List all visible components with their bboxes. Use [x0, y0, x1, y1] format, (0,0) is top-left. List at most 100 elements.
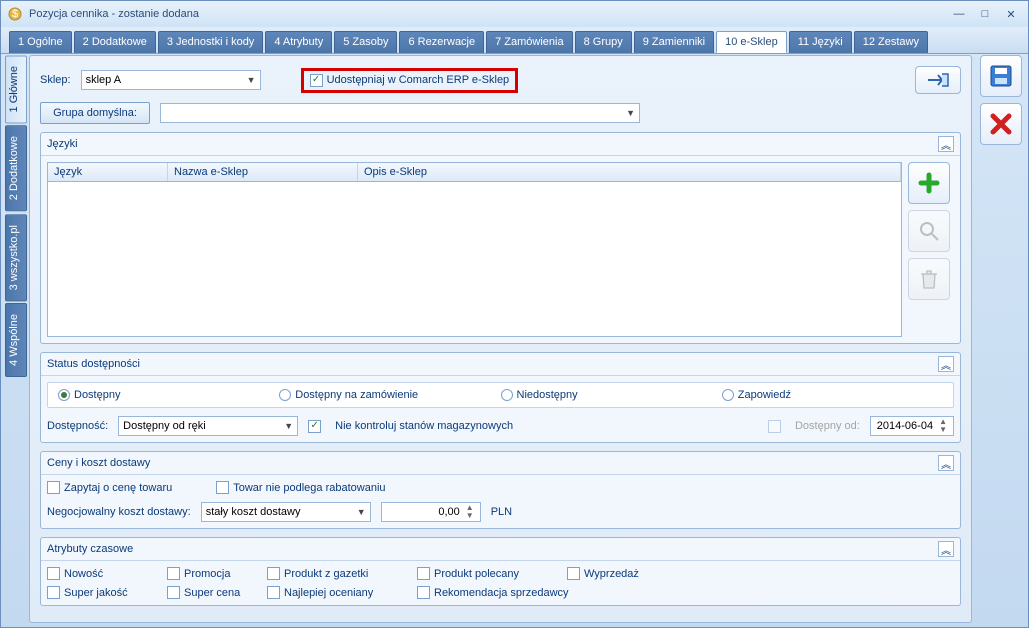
from-checkbox[interactable] — [768, 420, 781, 433]
default-group-button[interactable]: Grupa domyślna: — [40, 102, 150, 124]
avail-value: Dostępny od ręki — [123, 420, 206, 432]
maximize-button[interactable]: □ — [974, 6, 996, 22]
radio-zapowiedz[interactable] — [722, 389, 734, 401]
attr-label: Produkt polecany — [434, 568, 519, 580]
tab-esklep[interactable]: 10 e-Sklep — [716, 31, 787, 53]
collapse-button[interactable]: ︽ — [938, 541, 954, 557]
attr-label: Promocja — [184, 568, 230, 580]
attr-label: Rekomendacja sprzedawcy — [434, 587, 569, 599]
tab-zamienniki[interactable]: 9 Zamienniki — [634, 31, 714, 53]
grid-header: Język Nazwa e-Sklep Opis e-Sklep — [48, 163, 901, 182]
attr-label: Produkt z gazetki — [284, 568, 368, 580]
ask-price-checkbox[interactable] — [47, 481, 60, 494]
default-group-combo[interactable]: ▼ — [160, 103, 640, 123]
titlebar: $ Pozycja cennika - zostanie dodana — □ … — [1, 1, 1028, 27]
attr-title: Atrybuty czasowe — [47, 543, 133, 555]
search-button[interactable] — [908, 210, 950, 252]
attr-checkbox[interactable] — [567, 567, 580, 580]
col-nazwa[interactable]: Nazwa e-Sklep — [168, 163, 358, 181]
attr-label: Wyprzedaż — [584, 568, 639, 580]
nav-arrow-button[interactable] — [915, 66, 961, 94]
col-jezyk[interactable]: Język — [48, 163, 168, 181]
collapse-button[interactable]: ︽ — [938, 136, 954, 152]
tab-jednostki[interactable]: 3 Jednostki i kody — [158, 31, 263, 53]
window-buttons: — □ ✕ — [948, 6, 1022, 22]
attr-checkbox[interactable] — [267, 567, 280, 580]
vtab-glowne[interactable]: 1 Główne — [5, 55, 27, 123]
nego-combo[interactable]: stały koszt dostawy ▼ — [201, 502, 371, 522]
ask-price-label: Zapytaj o cenę towaru — [64, 482, 172, 494]
avail-combo[interactable]: Dostępny od ręki ▼ — [118, 416, 298, 436]
nego-value: stały koszt dostawy — [206, 506, 301, 518]
col-opis[interactable]: Opis e-Sklep — [358, 163, 901, 181]
attr-checkbox[interactable] — [47, 586, 60, 599]
vtab-wspolne[interactable]: 4 Wspólne — [5, 303, 27, 377]
close-icon — [988, 111, 1014, 137]
spinner-icon: ▲▼ — [939, 418, 947, 434]
radio-label: Zapowiedź — [738, 389, 791, 401]
attr-checkbox[interactable] — [417, 586, 430, 599]
attr-checkbox[interactable] — [167, 567, 180, 580]
cancel-button[interactable] — [980, 103, 1022, 145]
attr-checkbox[interactable] — [167, 586, 180, 599]
nego-label: Negocjowalny koszt dostawy: — [47, 506, 191, 518]
shop-label: Sklep: — [40, 74, 71, 86]
nostock-checkbox[interactable] — [308, 420, 321, 433]
no-discount-label: Towar nie podlega rabatowaniu — [233, 482, 385, 494]
tab-zamowienia[interactable]: 7 Zamówienia — [486, 31, 572, 53]
radio-zamowienie[interactable] — [279, 389, 291, 401]
share-label: Udostępniaj w Comarch ERP e-Sklep — [327, 74, 510, 86]
window-title: Pozycja cennika - zostanie dodana — [29, 8, 948, 20]
tab-zestawy[interactable]: 12 Zestawy — [854, 31, 928, 53]
add-button[interactable] — [908, 162, 950, 204]
share-checkbox[interactable] — [310, 74, 323, 87]
chevron-down-icon: ▼ — [626, 108, 635, 118]
radio-dostepny[interactable] — [58, 389, 70, 401]
tab-grupy[interactable]: 8 Grupy — [575, 31, 632, 53]
amount-input[interactable]: 0,00 ▲▼ — [381, 502, 481, 522]
shop-value: sklep A — [86, 74, 121, 86]
radio-label: Dostępny na zamówienie — [295, 389, 418, 401]
radio-label: Niedostępny — [517, 389, 578, 401]
content-area: Sklep: sklep A ▼ Udostępniaj w Comarch E… — [29, 55, 972, 623]
no-discount-checkbox[interactable] — [216, 481, 229, 494]
radio-niedostepny[interactable] — [501, 389, 513, 401]
delete-button[interactable] — [908, 258, 950, 300]
close-window-button[interactable]: ✕ — [1000, 6, 1022, 22]
chevron-down-icon: ▼ — [247, 75, 256, 85]
price-title: Ceny i koszt dostawy — [47, 457, 150, 469]
collapse-button[interactable]: ︽ — [938, 356, 954, 372]
attr-label: Super jakość — [64, 587, 128, 599]
languages-panel: Języki ︽ Język Nazwa e-Sklep Opis e-Skle… — [40, 132, 961, 344]
search-icon — [918, 220, 940, 242]
amount-value: 0,00 — [438, 506, 459, 518]
languages-grid[interactable]: Język Nazwa e-Sklep Opis e-Sklep — [47, 162, 902, 337]
top-tabs: 1 Ogólne 2 Dodatkowe 3 Jednostki i kody … — [1, 27, 1028, 54]
save-button[interactable] — [980, 55, 1022, 97]
attr-checkbox[interactable] — [47, 567, 60, 580]
attr-checkbox[interactable] — [267, 586, 280, 599]
arrow-icon — [924, 71, 952, 89]
status-title: Status dostępności — [47, 358, 140, 370]
attr-checkbox[interactable] — [417, 567, 430, 580]
right-actions — [978, 55, 1024, 623]
shop-combo[interactable]: sklep A ▼ — [81, 70, 261, 90]
tab-rezerwacje[interactable]: 6 Rezerwacje — [399, 31, 484, 53]
plus-icon — [917, 171, 941, 195]
svg-text:$: $ — [12, 8, 18, 20]
avail-label: Dostępność: — [47, 420, 108, 432]
vtab-dodatkowe[interactable]: 2 Dodatkowe — [5, 125, 27, 211]
tab-zasoby[interactable]: 5 Zasoby — [334, 31, 397, 53]
from-date[interactable]: 2014-06-04 ▲▼ — [870, 416, 954, 436]
tab-dodatkowe[interactable]: 2 Dodatkowe — [74, 31, 156, 53]
attr-label: Najlepiej oceniany — [284, 587, 373, 599]
collapse-button[interactable]: ︽ — [938, 455, 954, 471]
status-panel: Status dostępności ︽ Dostępny Dostępny n… — [40, 352, 961, 443]
tab-atrybuty[interactable]: 4 Atrybuty — [265, 31, 332, 53]
chevron-down-icon: ▼ — [357, 507, 366, 517]
price-panel: Ceny i koszt dostawy ︽ Zapytaj o cenę to… — [40, 451, 961, 529]
tab-jezyki[interactable]: 11 Języki — [789, 31, 852, 53]
minimize-button[interactable]: — — [948, 6, 970, 22]
vtab-wszystkopl[interactable]: 3 wszystko.pl — [5, 214, 27, 301]
tab-ogolne[interactable]: 1 Ogólne — [9, 31, 72, 53]
